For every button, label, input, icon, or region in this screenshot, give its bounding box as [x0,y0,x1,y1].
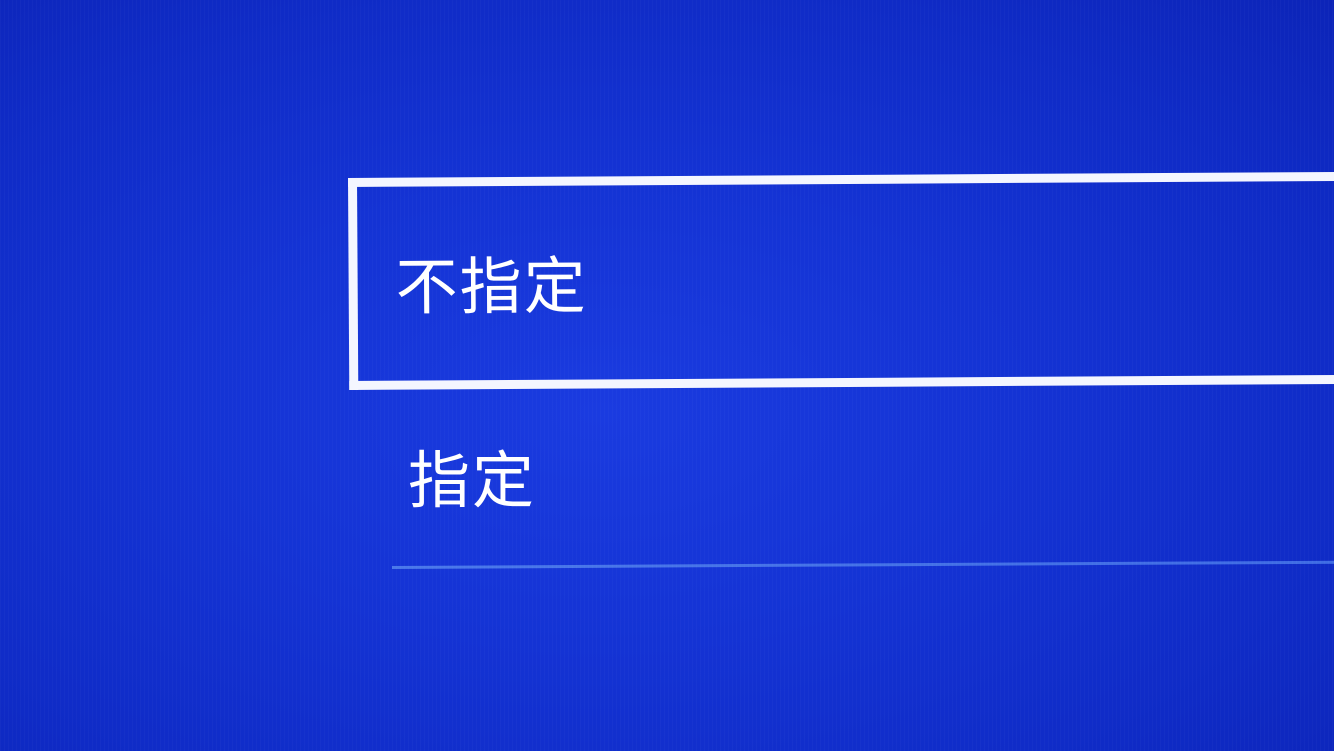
list-divider [392,560,1334,569]
option-menu: 不指定 指定 [0,0,1334,751]
option-specified-label: 指定 [408,444,537,517]
option-unspecified[interactable]: 不指定 [348,171,1334,390]
option-unspecified-label: 不指定 [395,249,588,324]
option-specified[interactable]: 指定 [408,450,536,512]
